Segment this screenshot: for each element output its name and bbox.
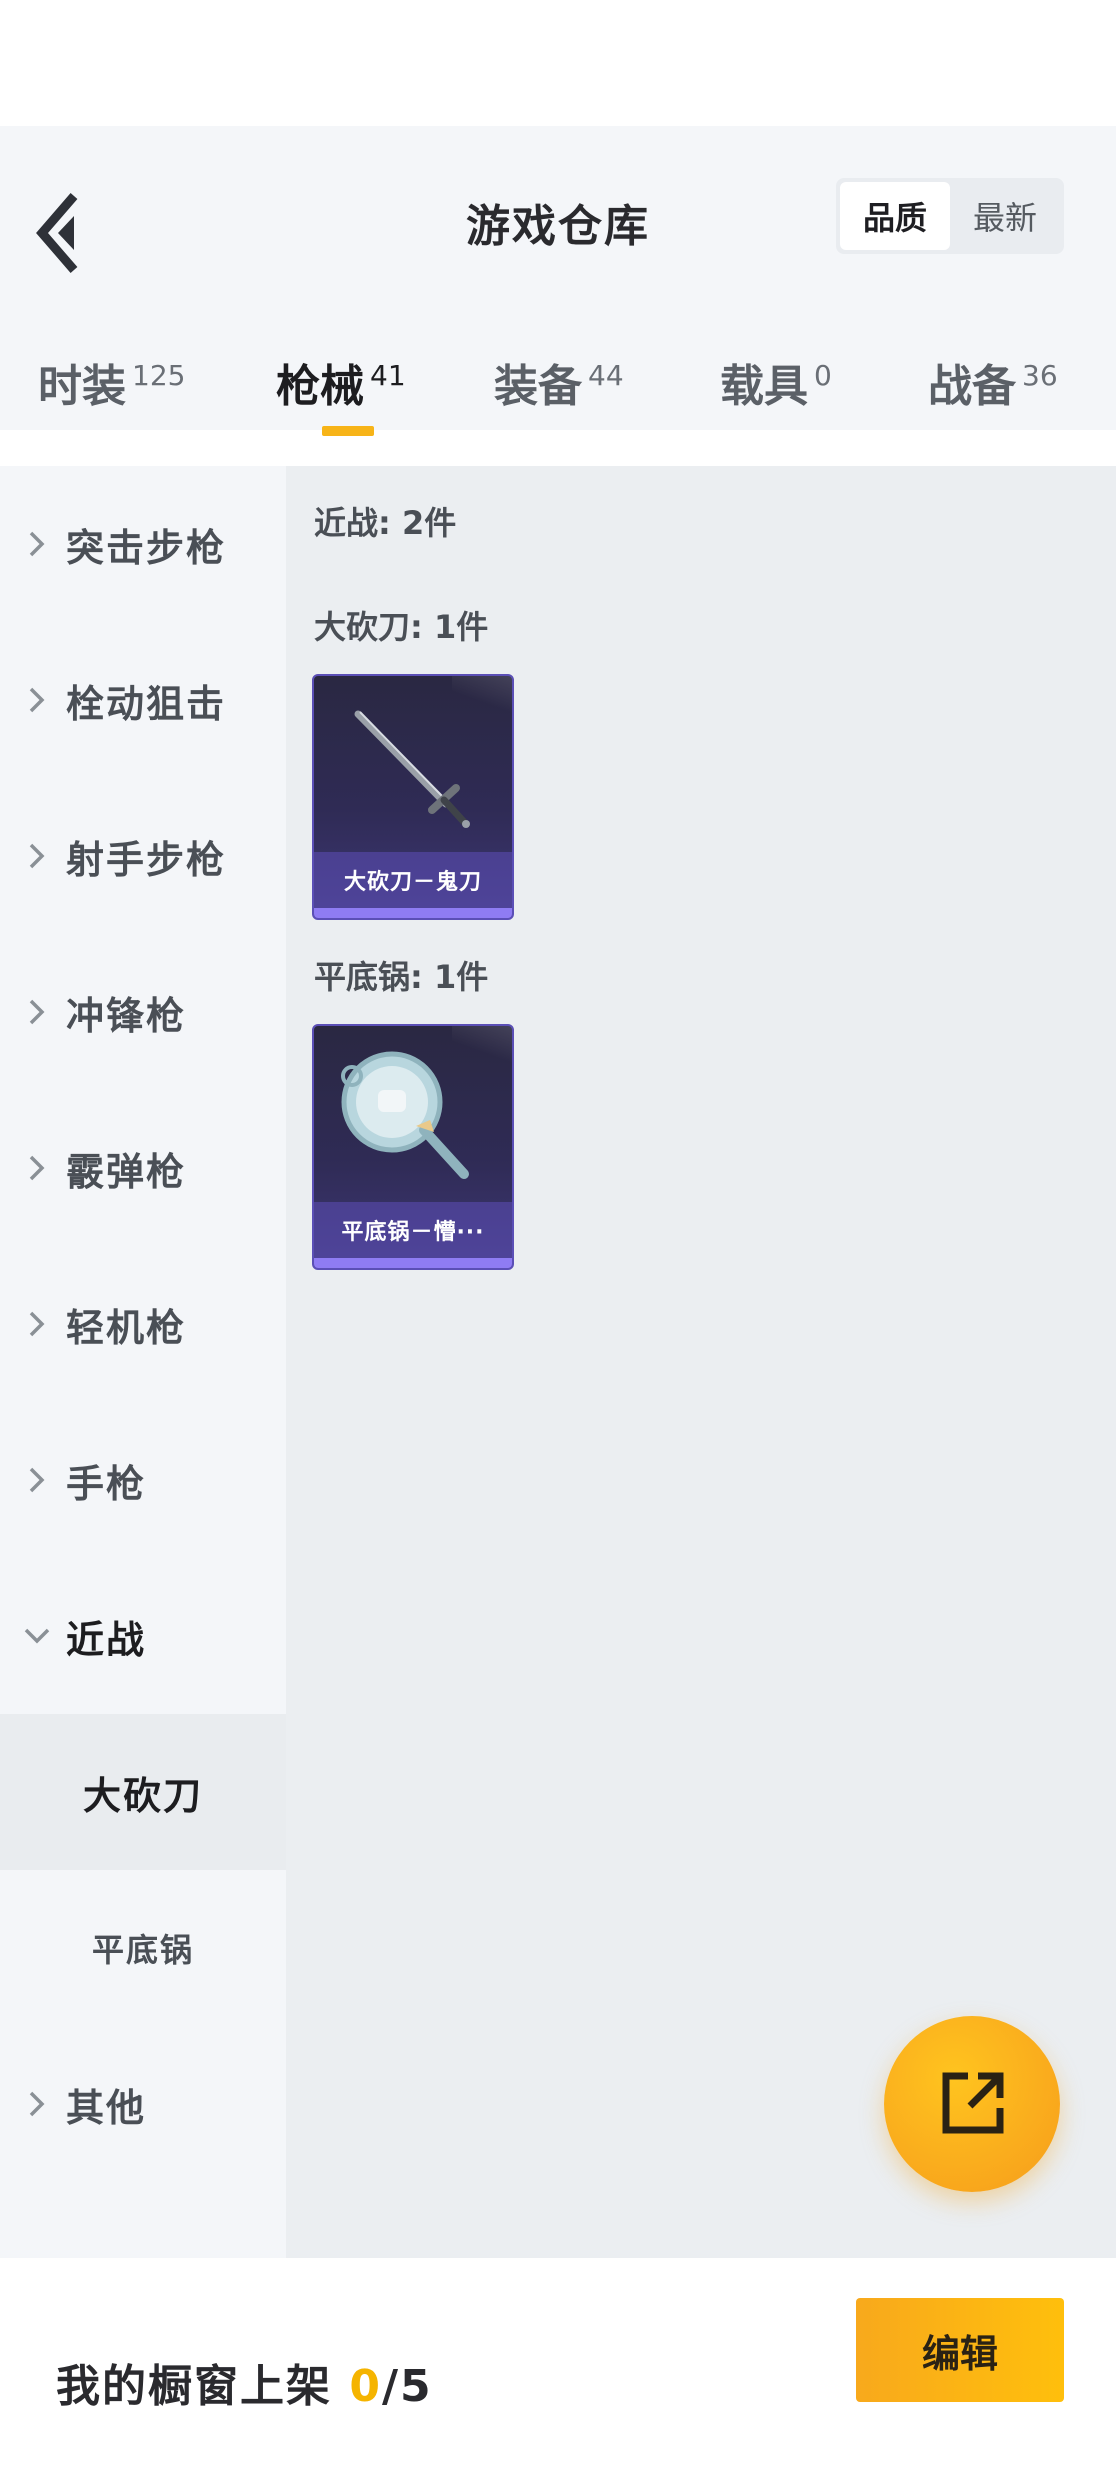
chevron-right-icon: [0, 529, 66, 559]
tab-count: 0: [814, 359, 832, 392]
sidebar-item-label: 栓动狙击: [66, 681, 227, 726]
tab-label: 枪械: [276, 361, 364, 412]
sidebar-subitem-pan[interactable]: 平底锅: [0, 1870, 286, 2026]
sidebar-item-label: 冲锋枪: [66, 993, 187, 1038]
sidebar-item-label: 近战: [66, 1617, 147, 1662]
item-list: 近战: 2件 大砍刀: 1件 大砍刀－鬼刀 平底锅: 1件 平底锅－懵···: [286, 466, 1116, 2258]
category-tabs: 时装 125 枪械 41 装备 44 载具 0 战备 36: [0, 222, 1116, 412]
machete-icon: [354, 710, 470, 828]
tab-label: 装备: [494, 361, 582, 412]
sidebar-subitem-label: 大砍刀: [82, 1773, 203, 1818]
showcase-total: /5: [381, 2361, 433, 2412]
chevron-right-icon: [0, 2089, 66, 2119]
tab-label: 战备: [928, 361, 1016, 412]
chevron-right-icon: [0, 997, 66, 1027]
sidebar-item-shotgun[interactable]: 霰弹枪: [0, 1118, 286, 1218]
tab-count: 41: [370, 359, 406, 392]
chevron-right-icon: [0, 841, 66, 871]
sidebar-item-assault-rifle[interactable]: 突击步枪: [0, 494, 286, 594]
showcase-count: 0: [349, 2361, 382, 2412]
tab-label: 载具: [720, 361, 808, 412]
tab-count: 125: [132, 359, 186, 392]
sidebar-item-marksman-rifle[interactable]: 射手步枪: [0, 806, 286, 906]
tab-count: 44: [588, 359, 624, 392]
showcase-status: 我的橱窗上架 0/5: [56, 2350, 433, 2414]
sidebar-item-bolt-sniper[interactable]: 栓动狙击: [0, 650, 286, 750]
group-title: 大砍刀: 1件: [314, 608, 489, 646]
tab-vehicles[interactable]: 载具 0: [720, 350, 832, 440]
sidebar-item-pistol[interactable]: 手枪: [0, 1430, 286, 1530]
edit-button[interactable]: 编辑: [856, 2298, 1064, 2402]
sidebar-subitem-machete[interactable]: 大砍刀: [0, 1714, 286, 1870]
active-tab-indicator: [322, 426, 374, 436]
footer-bar: 我的橱窗上架 0/5 编辑: [0, 2258, 1116, 2484]
sidebar-item-label: 轻机枪: [66, 1305, 187, 1350]
sidebar-item-label: 其他: [66, 2085, 147, 2130]
chevron-down-icon: [0, 1625, 66, 1647]
section-summary: 近战: 2件: [314, 504, 457, 542]
sidebar-item-melee[interactable]: 近战: [0, 1586, 286, 1686]
item-name: 大砍刀－鬼刀: [314, 852, 512, 908]
item-name: 平底锅－懵···: [314, 1202, 512, 1258]
tab-fashion[interactable]: 时装 125: [38, 350, 185, 440]
tab-equipment[interactable]: 装备 44: [494, 350, 624, 440]
item-card-machete[interactable]: 大砍刀－鬼刀: [312, 674, 514, 920]
tab-supplies[interactable]: 战备 36: [928, 350, 1058, 440]
sidebar-item-label: 霰弹枪: [66, 1149, 187, 1194]
rarity-bar: [314, 908, 512, 918]
chevron-right-icon: [0, 1465, 66, 1495]
tab-label: 时装: [38, 361, 126, 412]
chevron-right-icon: [0, 685, 66, 715]
sidebar: 突击步枪 栓动狙击 射手步枪 冲锋枪 霰弹枪 轻机枪 手枪 近战 大砍刀 平底锅…: [0, 466, 286, 2258]
sidebar-item-other[interactable]: 其他: [0, 2054, 286, 2154]
pan-icon: [341, 1051, 469, 1179]
share-button[interactable]: [884, 2016, 1060, 2192]
chevron-right-icon: [0, 1309, 66, 1339]
showcase-label: 我的橱窗上架: [56, 2361, 332, 2412]
status-bar: [0, 0, 1116, 126]
sidebar-item-lmg[interactable]: 轻机枪: [0, 1274, 286, 1374]
share-icon: [942, 2072, 1004, 2134]
tab-count: 36: [1022, 359, 1058, 392]
group-title: 平底锅: 1件: [314, 958, 489, 996]
item-card-pan[interactable]: 平底锅－懵···: [312, 1024, 514, 1270]
sidebar-subitem-label: 平底锅: [91, 1931, 194, 1969]
sidebar-item-label: 射手步枪: [66, 837, 227, 882]
sidebar-item-label: 手枪: [66, 1461, 147, 1506]
sidebar-item-smg[interactable]: 冲锋枪: [0, 962, 286, 1062]
rarity-bar: [314, 1258, 512, 1268]
sidebar-item-label: 突击步枪: [66, 525, 227, 570]
chevron-right-icon: [0, 1153, 66, 1183]
